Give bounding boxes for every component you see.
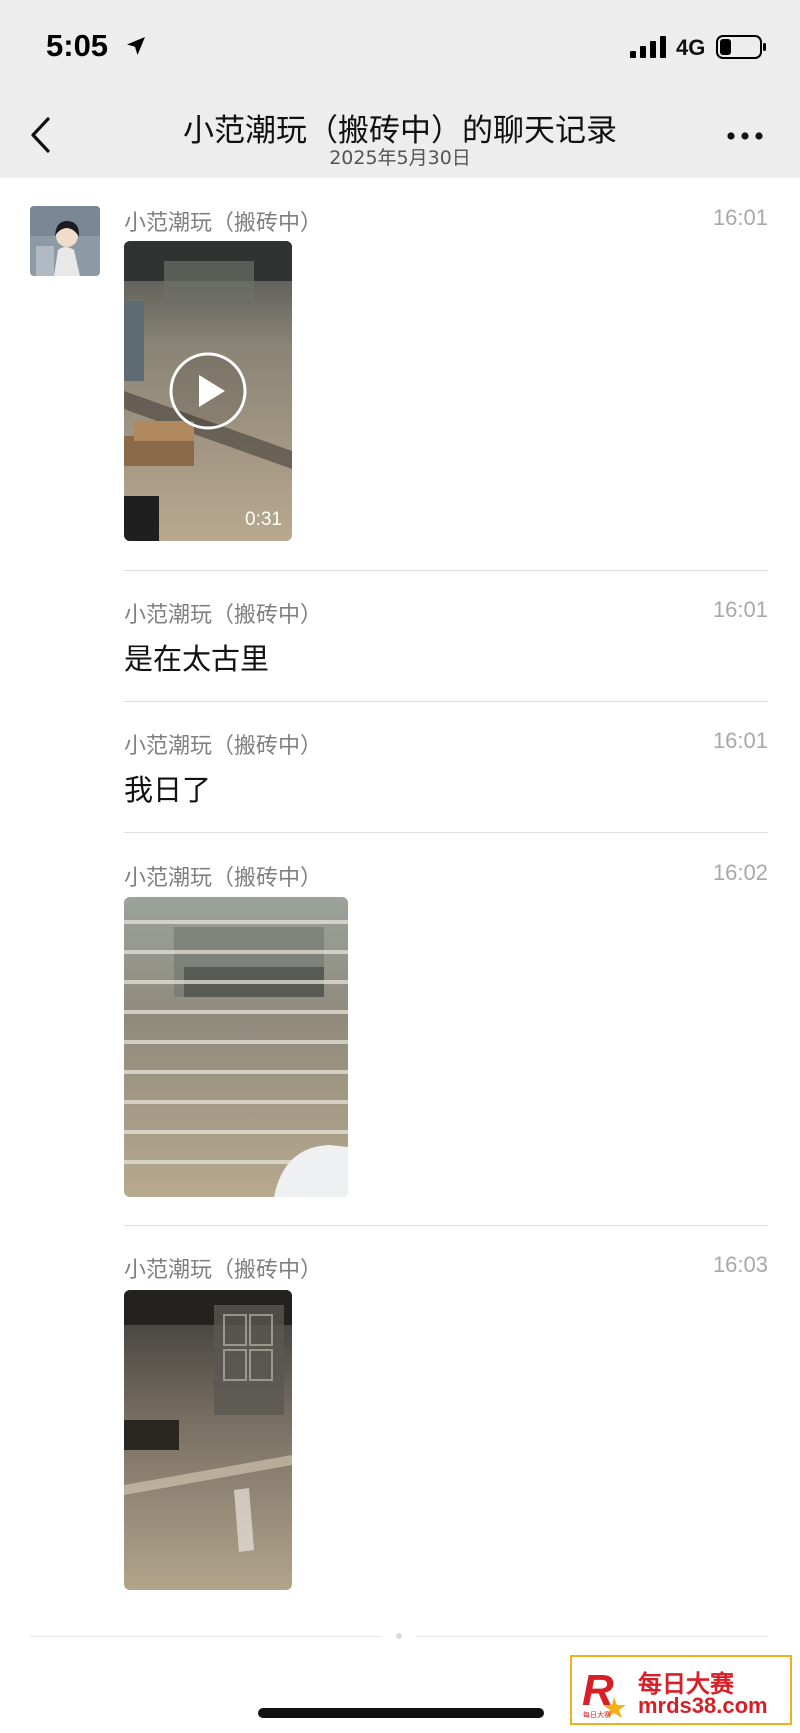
message-time: 16:01: [712, 728, 768, 753]
watermark-logo: R 每日大赛: [582, 1666, 626, 1719]
message-divider: [124, 570, 768, 571]
message-time: 16:02: [712, 860, 768, 885]
avatar[interactable]: [30, 206, 100, 276]
message-sender-name: 小范潮玩（搬砖中）: [124, 734, 323, 759]
message-sender-name: 小范潮玩（搬砖中）: [124, 211, 323, 236]
message-sender-name: 小范潮玩（搬砖中）: [124, 866, 323, 891]
network-label: 4G: [676, 35, 706, 60]
message-divider: [124, 701, 768, 702]
signal-bars-icon: [630, 36, 666, 58]
end-divider: [30, 1636, 382, 1637]
status-time: 5:05: [46, 28, 109, 63]
message-divider: [124, 832, 768, 833]
svg-text:每日大赛: 每日大赛: [583, 1710, 611, 1719]
play-icon[interactable]: [168, 351, 248, 431]
message-sender-name: 小范潮玩（搬砖中）: [124, 1258, 323, 1283]
video-duration: 0:31: [245, 509, 282, 530]
end-dot: [396, 1633, 402, 1639]
video-message-thumbnail[interactable]: 0:31: [124, 241, 292, 541]
message-text: 是在太古里: [124, 642, 270, 676]
message-sender-name: 小范潮玩（搬砖中）: [124, 603, 323, 628]
message-time: 16:01: [712, 205, 768, 230]
top-bar: 5:05 4G 小范潮玩（搬砖中）的聊天记录 2025年5月30日: [0, 0, 800, 178]
message-text: 我日了: [124, 773, 212, 807]
home-indicator[interactable]: [258, 1708, 544, 1718]
watermark-badge: R 每日大赛 每日大赛 mrds38.com: [570, 1655, 792, 1725]
message-divider: [124, 1225, 768, 1226]
image-message-thumbnail[interactable]: [124, 897, 348, 1197]
watermark-url: mrds38.com: [638, 1693, 768, 1718]
end-divider: [416, 1636, 768, 1637]
message-time: 16:03: [712, 1252, 768, 1277]
chat-history-date: 2025年5月30日: [329, 147, 471, 169]
battery-icon: [716, 35, 766, 59]
more-dots-icon[interactable]: [726, 131, 766, 141]
location-arrow-icon: [127, 37, 145, 55]
message-time: 16:01: [712, 597, 768, 622]
image-message-thumbnail[interactable]: [124, 1290, 292, 1590]
